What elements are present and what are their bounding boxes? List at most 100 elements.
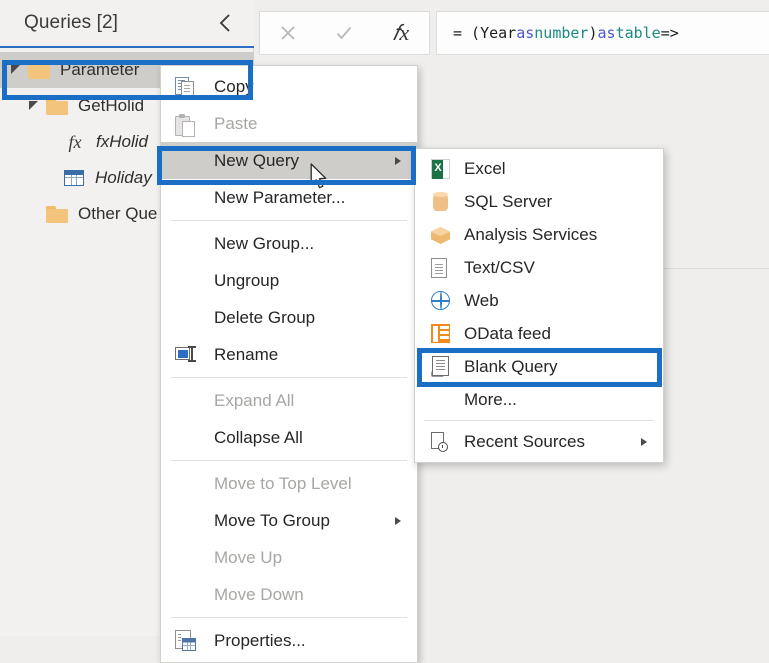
recent-sources-icon	[431, 432, 448, 452]
menu-item-paste: Paste	[161, 105, 417, 142]
collapse-panel-button[interactable]	[216, 12, 236, 34]
submenu-item-icon-slot	[415, 185, 464, 218]
submenu-item-icon-slot	[415, 350, 464, 383]
formula-token-2: number	[534, 24, 589, 42]
menu-item-icon-slot	[161, 68, 213, 105]
cancel-formula-button[interactable]	[264, 13, 312, 53]
menu-item-icon-slot	[161, 576, 213, 613]
check-icon	[337, 26, 352, 40]
menu-separator	[171, 377, 407, 378]
menu-item-label: Move To Group	[214, 510, 330, 530]
submenu-item-sql-server[interactable]: SQL Server	[415, 185, 663, 218]
submenu-arrow-icon	[641, 437, 647, 446]
menu-item-icon-slot	[161, 299, 213, 336]
submenu-item-label: Analysis Services	[464, 224, 598, 244]
menu-item-icon-slot	[161, 419, 213, 456]
submenu-item-excel[interactable]: Excel	[415, 152, 663, 185]
menu-item-icon-slot	[161, 142, 213, 179]
new-query-submenu: Excel SQL Server Analysis Services Text/CSV…	[414, 148, 664, 463]
formula-bar: 𝑓x = (Year as number) as table =>	[259, 11, 769, 55]
submenu-item-recent-sources[interactable]: Recent Sources	[415, 425, 663, 458]
submenu-item-label: Excel	[464, 158, 506, 178]
submenu-arrow-icon	[395, 156, 401, 165]
submenu-item-label: Recent Sources	[464, 431, 585, 451]
fx-icon: 𝑓x	[392, 20, 410, 45]
tree-item-label: Holiday	[95, 168, 152, 187]
submenu-item-more[interactable]: More...	[415, 383, 663, 416]
folder-icon	[46, 97, 68, 115]
fx-button[interactable]: 𝑓x	[377, 13, 425, 53]
menu-item-label: Move Down	[214, 584, 304, 604]
sql-server-icon	[433, 192, 448, 212]
submenu-item-icon-slot	[415, 152, 464, 185]
menu-item-icon-slot	[161, 225, 213, 262]
menu-item-label: Expand All	[214, 390, 295, 410]
submenu-separator	[424, 420, 654, 421]
globe-icon	[430, 291, 450, 310]
tree-item-label: fxHolid	[96, 132, 148, 151]
menu-item-label: Copy	[214, 76, 254, 96]
tree-item-label: Other Que	[78, 204, 158, 223]
expand-triangle-icon[interactable]	[28, 99, 42, 113]
queries-panel-title: Queries [2]	[24, 12, 119, 33]
menu-separator	[171, 220, 407, 221]
formula-input[interactable]: = (Year as number) as table =>	[436, 11, 769, 55]
text-csv-icon	[431, 258, 447, 278]
submenu-arrow-icon	[395, 516, 401, 525]
menu-item-expand-all: Expand All	[161, 382, 417, 419]
menu-item-label: Delete Group	[214, 307, 316, 327]
menu-item-move-to-group[interactable]: Move To Group	[161, 502, 417, 539]
menu-item-ungroup[interactable]: Ungroup	[161, 262, 417, 299]
formula-bar-buttons: 𝑓x	[259, 11, 430, 55]
menu-item-copy[interactable]: Copy	[161, 68, 417, 105]
submenu-item-icon-slot	[415, 284, 464, 317]
power-query-editor: 𝑓x = (Year as number) as table => ter Qu…	[0, 0, 769, 663]
confirm-formula-button[interactable]	[320, 13, 368, 53]
menu-item-label: Rename	[214, 344, 279, 364]
menu-item-rename[interactable]: Rename	[161, 336, 417, 373]
tree-item-label: Parameter	[60, 60, 140, 79]
menu-item-icon-slot	[161, 336, 213, 373]
submenu-item-text-csv[interactable]: Text/CSV	[415, 251, 663, 284]
tree-item-label: GetHolid	[78, 96, 145, 115]
menu-item-label: New Group...	[214, 233, 315, 253]
menu-item-icon-slot	[161, 105, 213, 142]
menu-item-icon-slot	[161, 179, 213, 216]
folder-icon	[46, 205, 68, 223]
submenu-item-label: SQL Server	[464, 191, 553, 211]
rename-icon	[175, 346, 197, 363]
menu-item-icon-slot	[161, 465, 213, 502]
formula-token-3: )	[588, 24, 598, 42]
menu-item-label: Ungroup	[214, 270, 280, 290]
menu-item-new-parameter[interactable]: New Parameter...	[161, 179, 417, 216]
submenu-item-odata-feed[interactable]: OData feed	[415, 317, 663, 350]
submenu-item-analysis-services[interactable]: Analysis Services	[415, 218, 663, 251]
query-context-menu: Copy Paste New Query New Parameter... New Gr…	[160, 65, 418, 663]
menu-separator	[171, 460, 407, 461]
menu-item-move-down: Move Down	[161, 576, 417, 613]
menu-item-delete-group[interactable]: Delete Group	[161, 299, 417, 336]
submenu-item-web[interactable]: Web	[415, 284, 663, 317]
fx-icon: fx	[68, 131, 82, 152]
menu-item-label: Paste	[214, 113, 258, 133]
submenu-item-icon-slot	[415, 383, 464, 416]
menu-item-new-query[interactable]: New Query	[161, 142, 417, 179]
submenu-item-blank-query[interactable]: Blank Query	[415, 350, 663, 383]
menu-item-new-group[interactable]: New Group...	[161, 225, 417, 262]
blank-query-icon	[431, 356, 450, 377]
menu-item-properties[interactable]: Properties...	[161, 622, 417, 659]
menu-item-label: New Query	[214, 150, 300, 170]
menu-item-icon-slot	[161, 382, 213, 419]
analysis-services-icon	[431, 225, 450, 245]
formula-token-4: as	[597, 24, 616, 42]
queries-panel-header: Queries [2]	[0, 0, 254, 48]
submenu-item-icon-slot	[415, 218, 464, 251]
menu-item-collapse-all[interactable]: Collapse All	[161, 419, 417, 456]
formula-token-5: table	[615, 24, 661, 42]
submenu-item-label: Text/CSV	[464, 257, 535, 277]
menu-item-icon-slot	[161, 502, 213, 539]
menu-item-icon-slot	[161, 622, 213, 659]
folder-icon	[28, 61, 50, 79]
menu-item-icon-slot	[161, 262, 213, 299]
expand-triangle-icon[interactable]	[10, 63, 24, 77]
